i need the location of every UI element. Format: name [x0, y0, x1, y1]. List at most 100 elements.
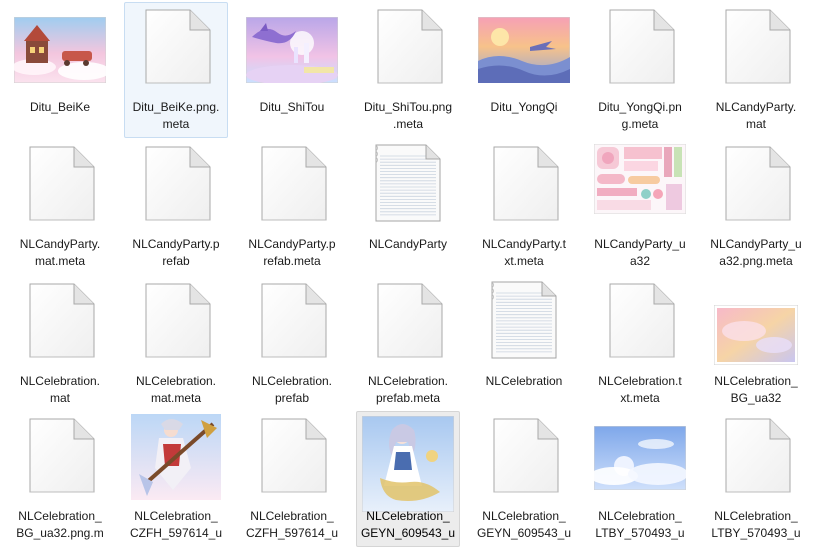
file-icon	[256, 146, 328, 222]
file-name-label: NLCelebration_ CZFH_597614_u	[241, 508, 343, 542]
file-name-label: NLCelebration_ BG_ua32.png.m	[9, 508, 111, 542]
file-grid: Ditu_BeiKe Ditu_BeiKe.png. meta Ditu_ShiT…	[0, 0, 818, 547]
file-item[interactable]: NLCandyParty.t xt.meta	[472, 139, 576, 275]
file-icon	[488, 418, 560, 494]
file-name-line: NLCelebration.	[19, 374, 101, 388]
file-name-line: NLCelebration.t	[598, 374, 682, 388]
file-item[interactable]: Ditu_YongQi	[472, 2, 576, 138]
file-icon	[372, 283, 444, 359]
file-item[interactable]: NLCelebration_ GEYN_609543_u	[472, 411, 576, 547]
file-item[interactable]: NLCelebration_ GEYN_609543_u	[356, 411, 460, 547]
file-name-line: NLCelebration_	[134, 509, 218, 523]
file-name-line: NLCandyParty.p	[248, 237, 336, 251]
file-name-label: NLCelebration	[473, 373, 575, 390]
file-icon	[140, 9, 212, 85]
file-icon	[256, 283, 328, 359]
text-document-icon	[488, 281, 560, 359]
file-name-line: BG_ua32.png.m	[16, 526, 104, 540]
file-name-label: NLCelebration_ BG_ua32	[705, 373, 807, 407]
file-item[interactable]: Ditu_ShiTou.png .meta	[356, 2, 460, 138]
file-name-line: Ditu_BeiKe	[29, 100, 91, 114]
file-icon	[140, 146, 212, 222]
file-item[interactable]: NLCandyParty_u a32	[588, 139, 692, 275]
file-icon	[24, 283, 96, 359]
file-item[interactable]: NLCelebration_ CZFH_597614_u	[124, 411, 228, 547]
file-name-label: NLCandyParty. mat.meta	[9, 236, 111, 270]
file-name-label: NLCandyParty. mat	[705, 99, 807, 133]
file-item[interactable]: NLCelebration_ LTBY_570493_u	[704, 411, 808, 547]
file-name-label: NLCandyParty	[357, 236, 459, 253]
file-item[interactable]: NLCandyParty	[356, 139, 460, 275]
file-item[interactable]: NLCandyParty_u a32.png.meta	[704, 139, 808, 275]
file-name-line: refab	[162, 254, 190, 268]
file-name-line: NLCelebration_	[250, 509, 334, 523]
file-item[interactable]: NLCelebration	[472, 276, 576, 412]
file-name-line: NLCelebration.	[367, 374, 449, 388]
file-name-line: NLCandyParty.	[19, 237, 101, 251]
file-item[interactable]: NLCelebration_ BG_ua32.png.m	[8, 411, 112, 547]
file-name-label: NLCelebration_ GEYN_609543_u	[473, 508, 575, 542]
image-thumbnail-warrior-icon	[131, 414, 221, 500]
file-item[interactable]: NLCandyParty. mat.meta	[8, 139, 112, 275]
image-thumbnail-sky-icon	[590, 425, 688, 491]
file-name-label: NLCelebration_ GEYN_609543_u	[357, 508, 459, 542]
file-icon	[720, 146, 792, 222]
file-icon	[720, 418, 792, 494]
file-item[interactable]: Ditu_ShiTou	[240, 2, 344, 138]
file-name-line: NLCelebration_	[482, 509, 566, 523]
file-name-line: a32.png.meta	[719, 254, 793, 268]
file-name-line: NLCelebration.	[251, 374, 333, 388]
file-name-line: CZFH_597614_u	[129, 526, 223, 540]
file-name-line: NLCandyParty.	[715, 100, 797, 114]
file-name-line: NLCelebration_	[366, 509, 450, 523]
text-document-icon	[372, 144, 444, 222]
file-item[interactable]: NLCelebration_ CZFH_597614_u	[240, 411, 344, 547]
file-item[interactable]: NLCelebration_ BG_ua32	[704, 276, 808, 412]
file-name-line: mat	[745, 117, 766, 131]
file-name-line: NLCelebration_	[18, 509, 102, 523]
file-name-line: refab.meta	[263, 254, 321, 268]
file-item[interactable]: NLCelebration. mat.meta	[124, 276, 228, 412]
file-name-line: NLCandyParty	[368, 237, 448, 251]
file-item[interactable]: NLCelebration_ LTBY_570493_u	[588, 411, 692, 547]
file-item[interactable]: NLCelebration. mat	[8, 276, 112, 412]
file-name-line: NLCandyParty_u	[594, 237, 686, 251]
file-name-label: Ditu_ShiTou	[241, 99, 343, 116]
file-item[interactable]: NLCelebration. prefab	[240, 276, 344, 412]
file-item[interactable]: NLCandyParty.p refab.meta	[240, 139, 344, 275]
file-item[interactable]: NLCelebration.t xt.meta	[588, 276, 692, 412]
image-thumbnail-maiden-icon	[361, 415, 455, 513]
file-icon	[604, 9, 676, 85]
file-name-line: xt.meta	[620, 391, 660, 405]
file-name-line: prefab	[274, 391, 310, 405]
file-name-label: NLCandyParty.p refab.meta	[241, 236, 343, 270]
file-item[interactable]: NLCandyParty.p refab	[124, 139, 228, 275]
file-name-line: NLCelebration	[485, 374, 563, 388]
file-name-line: NLCandyParty.t	[482, 237, 566, 251]
file-name-label: Ditu_YongQi	[473, 99, 575, 116]
file-item[interactable]: NLCelebration. prefab.meta	[356, 276, 460, 412]
file-name-line: g.meta	[621, 117, 659, 131]
file-name-line: GEYN_609543_u	[360, 526, 456, 540]
file-item[interactable]: Ditu_YongQi.pn g.meta	[588, 2, 692, 138]
file-icon	[140, 283, 212, 359]
file-name-line: NLCelebration_	[714, 374, 798, 388]
file-name-label: Ditu_BeiKe	[9, 99, 111, 116]
file-icon	[256, 418, 328, 494]
file-name-label: NLCandyParty_u a32.png.meta	[705, 236, 807, 270]
file-name-label: Ditu_BeiKe.png. meta	[125, 99, 227, 133]
file-item[interactable]: NLCandyParty. mat	[704, 2, 808, 138]
file-name-line: prefab.meta	[375, 391, 441, 405]
file-name-line: Ditu_ShiTou.png	[363, 100, 453, 114]
file-item[interactable]: Ditu_BeiKe.png. meta	[124, 2, 228, 138]
file-item[interactable]: Ditu_BeiKe	[8, 2, 112, 138]
file-name-label: NLCelebration. mat.meta	[125, 373, 227, 407]
file-icon	[720, 9, 792, 85]
file-name-line: NLCandyParty_u	[710, 237, 802, 251]
file-name-line: Ditu_YongQi.pn	[598, 100, 682, 114]
file-icon	[372, 9, 444, 85]
file-name-line: LTBY_570493_u	[595, 526, 685, 540]
file-name-line: BG_ua32	[730, 391, 782, 405]
file-name-line: CZFH_597614_u	[245, 526, 339, 540]
file-name-label: Ditu_ShiTou.png .meta	[357, 99, 459, 133]
